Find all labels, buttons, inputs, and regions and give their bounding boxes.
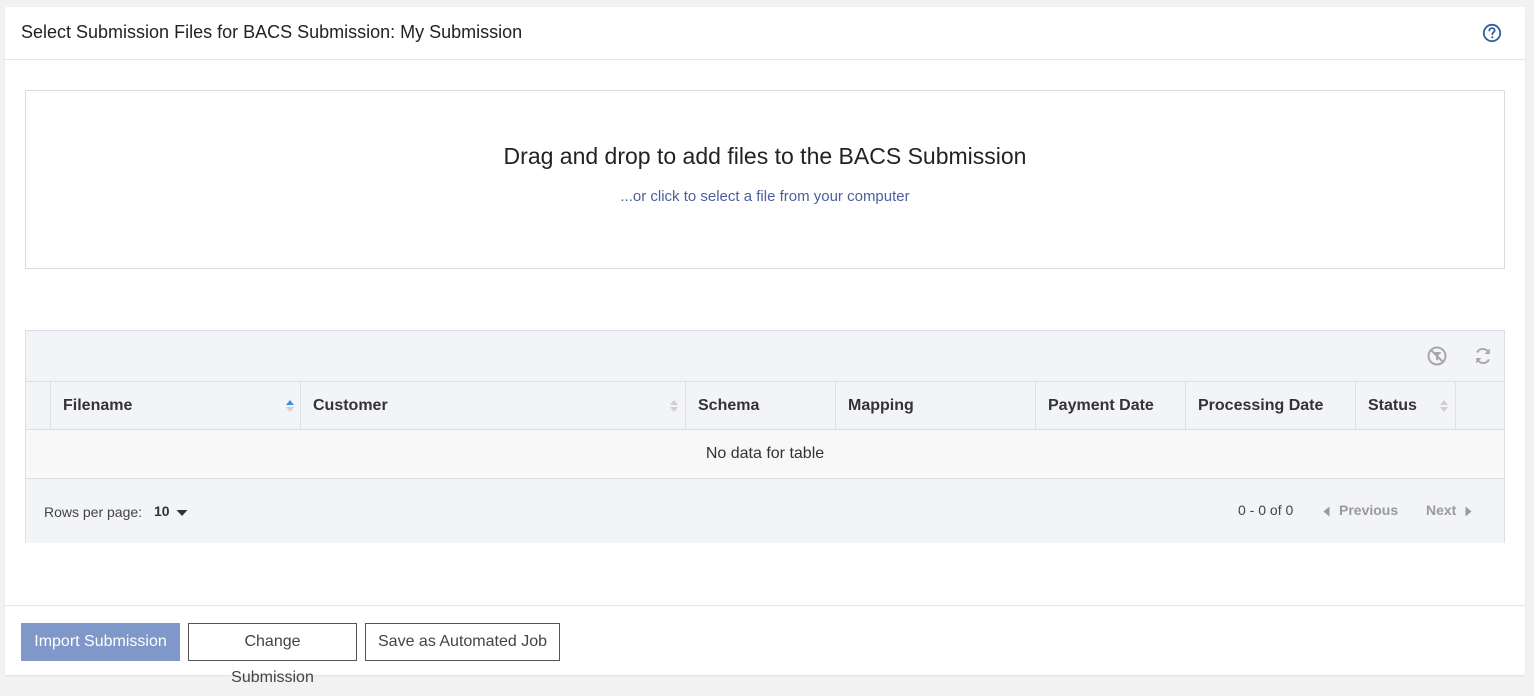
column-header-customer[interactable]: Customer [300,382,685,430]
card-header: Select Submission Files for BACS Submiss… [5,7,1525,60]
empty-table-message: No data for table [26,430,1504,479]
caret-down-icon[interactable] [176,509,188,517]
dropzone-title: Drag and drop to add files to the BACS S… [503,143,1027,169]
clear-filter-icon[interactable] [1426,345,1448,367]
column-label: Customer [313,397,388,414]
submission-files-table: Filename Customer Schema Mapping Payment… [25,330,1505,543]
column-header-actions [1455,382,1505,430]
column-header-status[interactable]: Status [1355,382,1455,430]
table-pagination-footer: Rows per page: 10 0 - 0 of 0 Previous Ne… [26,479,1504,543]
save-as-automated-job-button[interactable]: Save as Automated Job [365,623,560,661]
column-header-processing-date: Processing Date [1185,382,1355,430]
file-dropzone[interactable]: Drag and drop to add files to the BACS S… [25,90,1505,269]
card-footer: Import Submission Change Submission Save… [5,605,1525,686]
change-submission-button[interactable]: Change Submission [188,623,357,686]
rows-per-page-label: Rows per page: [44,504,143,520]
dropzone-select-file-link[interactable]: ...or click to select a file from your c… [26,188,1504,205]
sort-ascending-icon [286,400,294,412]
pagination-range: 0 - 0 of 0 [1238,502,1294,518]
previous-page-button[interactable]: Previous [1339,502,1398,518]
column-header-payment-date: Payment Date [1035,382,1185,430]
question-circle-icon[interactable] [1482,23,1502,43]
column-header-mapping: Mapping [835,382,1035,430]
column-label: Processing Date [1198,397,1324,414]
column-label: Payment Date [1048,397,1154,414]
chevron-right-icon[interactable] [1465,506,1472,517]
chevron-left-icon[interactable] [1323,506,1330,517]
column-header-filename[interactable]: Filename [50,382,300,430]
import-submission-button[interactable]: Import Submission [21,623,180,661]
column-label: Status [1368,397,1417,414]
sort-icon [670,400,678,412]
refresh-icon[interactable] [1472,345,1494,367]
table-header-row: Filename Customer Schema Mapping Payment… [26,381,1504,430]
sort-icon [1440,400,1448,412]
page-title: Select Submission Files for BACS Submiss… [21,22,523,42]
submission-card: Select Submission Files for BACS Submiss… [5,7,1525,686]
table-toolbar [26,331,1504,381]
next-page-button[interactable]: Next [1426,502,1456,518]
column-label: Schema [698,397,760,414]
rows-per-page-select[interactable]: 10 [154,503,170,519]
column-header-schema: Schema [685,382,835,430]
column-label: Mapping [848,397,914,414]
column-label: Filename [63,397,133,414]
